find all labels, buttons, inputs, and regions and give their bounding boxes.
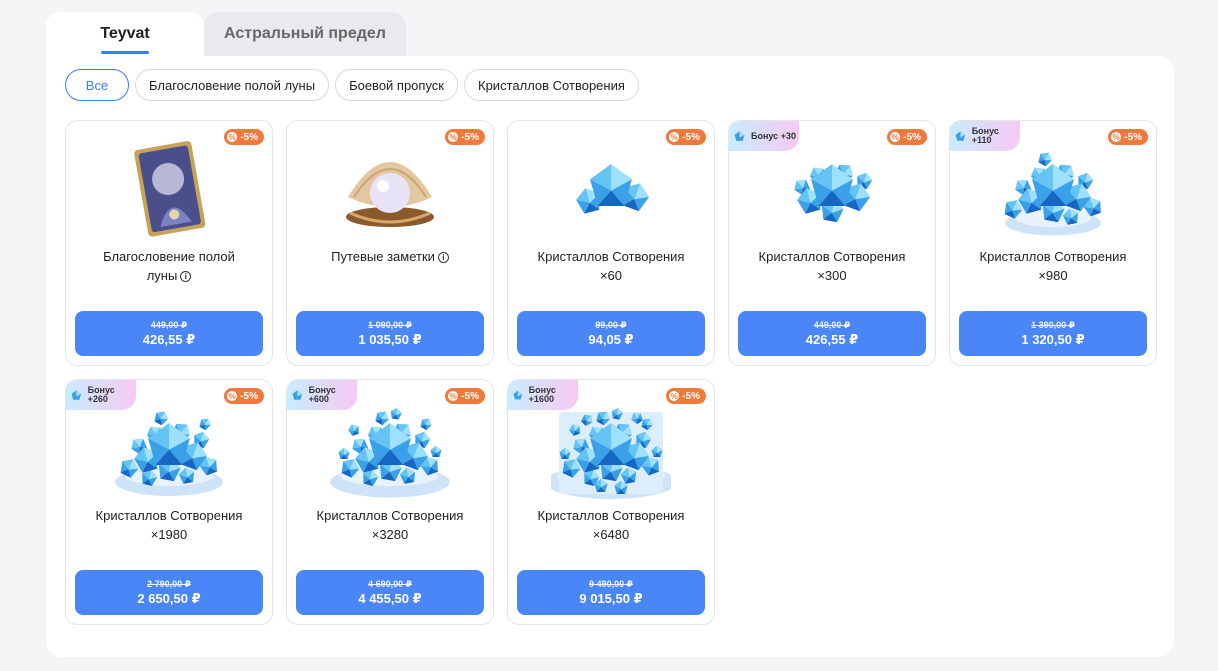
old-price: 4 690,00 ₽ — [368, 578, 412, 589]
old-price: 99,00 ₽ — [595, 319, 627, 330]
product-card[interactable]: Бонус +110 % -5% Кристаллов Сотворения ×… — [949, 120, 1157, 366]
old-price: 1 390,00 ₽ — [1031, 319, 1075, 330]
discount-badge: % -5% — [1108, 129, 1148, 145]
new-price: 1 320,50 ₽ — [1021, 331, 1085, 347]
discount-text: -5% — [682, 390, 700, 402]
crystal-icon — [734, 130, 745, 141]
buy-button[interactable]: 4 690,00 ₽ 4 455,50 ₽ — [296, 570, 484, 615]
product-title: Благословение полой луны — [103, 249, 235, 283]
product-name: Благословение полой луны i — [80, 247, 258, 285]
product-name: Кристаллов Сотворения ×6480 — [522, 506, 700, 544]
product-name: Кристаллов Сотворения ×300 — [743, 247, 921, 285]
discount-badge: % -5% — [224, 388, 264, 404]
product-title: Кристаллов Сотворения — [537, 508, 685, 523]
new-price: 4 455,50 ₽ — [358, 590, 422, 606]
discount-badge: % -5% — [666, 388, 706, 404]
product-image — [109, 135, 229, 245]
old-price: 449,00 ₽ — [150, 319, 188, 330]
buy-button[interactable]: 2 790,00 ₽ 2 650,50 ₽ — [75, 570, 263, 615]
crystal-icon — [513, 390, 523, 399]
buy-button[interactable]: 449,00 ₽ 426,55 ₽ — [738, 311, 926, 356]
discount-badge: % -5% — [445, 388, 485, 404]
product-name: Кристаллов Сотворения ×3280 — [301, 506, 479, 544]
product-title: Кристаллов Сотворения — [316, 508, 464, 523]
product-quantity: ×3280 — [371, 527, 409, 542]
discount-badge: % -5% — [887, 129, 927, 145]
discount-badge: % -5% — [445, 129, 485, 145]
discount-text: -5% — [682, 131, 700, 143]
product-image — [330, 394, 450, 504]
product-image — [545, 394, 677, 504]
product-quantity: ×980 — [1038, 268, 1068, 283]
product-quantity: ×300 — [817, 268, 847, 283]
product-title: Кристаллов Сотворения — [758, 249, 906, 264]
old-price: 2 790,00 ₽ — [147, 578, 191, 589]
product-card[interactable]: % -5% Кристаллов Сотворения ×60 99,00 ₽ 9… — [507, 120, 715, 366]
product-image — [993, 135, 1113, 245]
product-title: Кристаллов Сотворения — [95, 508, 243, 523]
product-title: Кристаллов Сотворения — [979, 249, 1127, 264]
old-price: 9 490,00 ₽ — [589, 578, 633, 589]
discount-text: -5% — [461, 390, 479, 402]
product-grid: % -5% Благословение полой луны i 449,00 ₽ … — [65, 120, 1157, 625]
product-name: Кристаллов Сотворения ×980 — [964, 247, 1142, 285]
new-price: 426,55 ₽ — [142, 331, 196, 347]
buy-button[interactable]: 449,00 ₽ 426,55 ₽ — [75, 311, 263, 356]
old-price: 1 090,00 ₽ — [368, 319, 412, 330]
discount-text: -5% — [240, 390, 258, 402]
new-price: 9 015,50 ₽ — [579, 590, 643, 606]
discount-text: -5% — [461, 131, 479, 143]
product-image — [772, 135, 892, 245]
product-title: Кристаллов Сотворения — [537, 249, 685, 264]
product-card[interactable]: % -5% Путевые заметки i 1 090,00 ₽ 1 035,5… — [286, 120, 494, 366]
product-name: Кристаллов Сотворения ×1980 — [80, 506, 258, 544]
discount-badge: % -5% — [224, 129, 264, 145]
filter-all[interactable]: Все — [65, 69, 129, 101]
product-card[interactable]: Бонус +30 % -5% Кристаллов Сотворения ×3… — [728, 120, 936, 366]
info-icon[interactable]: i — [180, 271, 192, 282]
discount-text: -5% — [240, 131, 258, 143]
buy-button[interactable]: 99,00 ₽ 94,05 ₽ — [517, 311, 705, 356]
buy-button[interactable]: 1 390,00 ₽ 1 320,50 ₽ — [959, 311, 1147, 356]
crystal-icon — [955, 130, 966, 141]
product-name: Путевые заметки i — [301, 247, 479, 266]
product-card[interactable]: Бонус +1600 % -5% Кристаллов Сотворения … — [507, 379, 715, 625]
product-quantity: ×6480 — [592, 527, 630, 542]
buy-button[interactable]: 1 090,00 ₽ 1 035,50 ₽ — [296, 311, 484, 356]
product-image — [330, 135, 450, 245]
discount-text: -5% — [903, 131, 921, 143]
new-price: 2 650,50 ₽ — [137, 590, 201, 606]
filter-moon-blessing[interactable]: Благословение полой луны — [135, 69, 330, 101]
product-card[interactable]: Бонус +260 % -5% Кристаллов Сотворения ×… — [65, 379, 273, 625]
product-image — [109, 394, 229, 504]
product-quantity: ×60 — [599, 268, 623, 283]
filter-battle-pass[interactable]: Боевой пропуск — [335, 69, 458, 101]
tab-astral-limit[interactable]: Астральный предел — [204, 12, 406, 56]
shop-panel: Все Благословение полой луны Боевой проп… — [46, 56, 1174, 657]
product-card[interactable]: Бонус +600 % -5% Кристаллов Сотворения ×… — [286, 379, 494, 625]
tab-teyvat[interactable]: Teyvat — [46, 12, 204, 56]
discount-badge: % -5% — [666, 129, 706, 145]
product-title: Путевые заметки — [331, 249, 435, 264]
new-price: 426,55 ₽ — [805, 331, 859, 347]
discount-text: -5% — [1124, 131, 1142, 143]
product-image — [551, 135, 671, 245]
new-price: 94,05 ₽ — [588, 331, 634, 347]
info-icon[interactable]: i — [437, 252, 449, 263]
filter-genesis-crystals[interactable]: Кристаллов Сотворения — [464, 69, 639, 101]
filter-chips: Все Благословение полой луны Боевой проп… — [65, 69, 639, 101]
buy-button[interactable]: 9 490,00 ₽ 9 015,50 ₽ — [517, 570, 705, 615]
product-quantity: ×1980 — [150, 527, 188, 542]
crystal-icon — [292, 389, 303, 400]
product-card[interactable]: % -5% Благословение полой луны i 449,00 ₽ … — [65, 120, 273, 366]
product-name: Кристаллов Сотворения ×60 — [522, 247, 700, 285]
old-price: 449,00 ₽ — [813, 319, 851, 330]
crystal-icon — [71, 389, 82, 400]
new-price: 1 035,50 ₽ — [358, 331, 422, 347]
region-tabs: Teyvat Астральный предел — [46, 12, 406, 56]
